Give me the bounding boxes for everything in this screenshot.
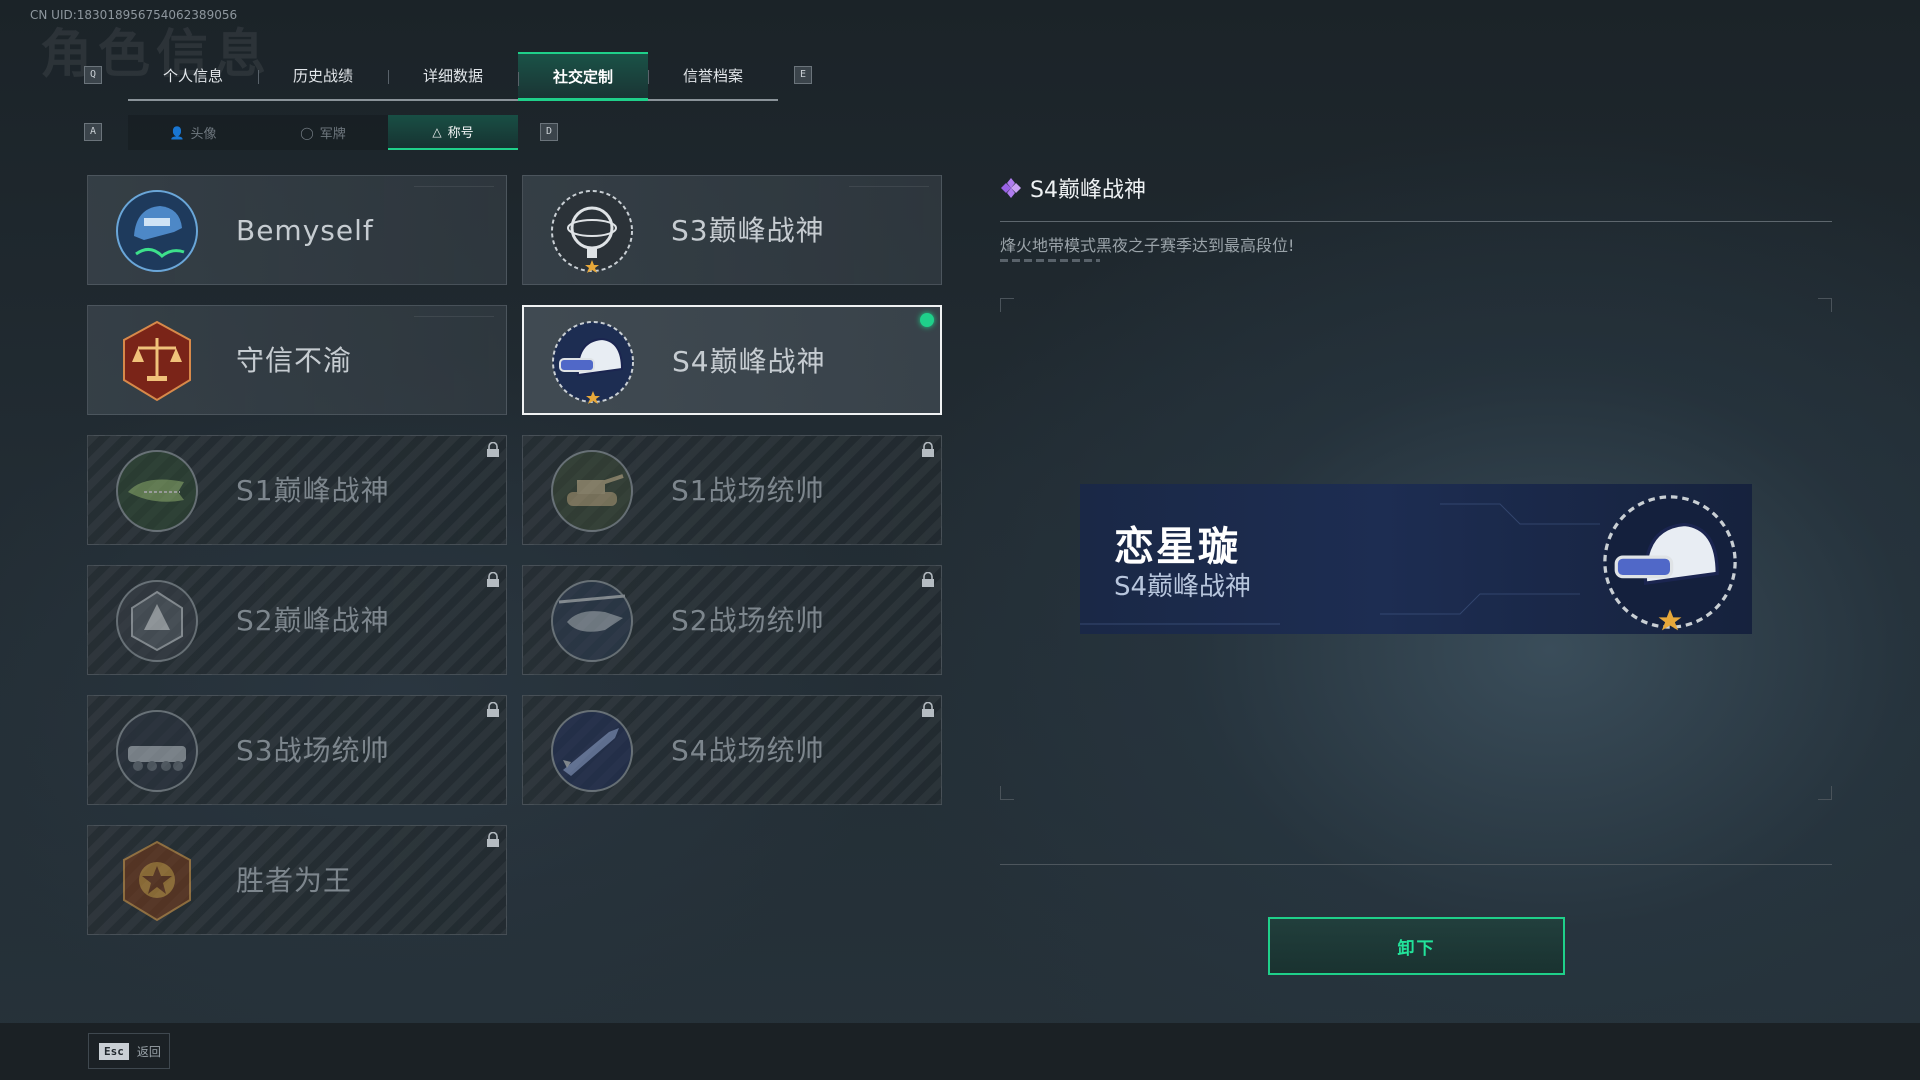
title-card-locked[interactable]: S4战场统帅: [522, 695, 942, 805]
title-card-selected[interactable]: S4巅峰战神: [522, 305, 942, 415]
crocodile-icon: [116, 450, 198, 532]
tab-match-history[interactable]: 历史战绩: [258, 52, 388, 99]
medal-icon: [123, 840, 191, 922]
title-card-label: S3巅峰战神: [671, 214, 825, 247]
title-card[interactable]: 守信不渝: [87, 305, 507, 415]
subtab-next-key-hint[interactable]: D: [540, 123, 558, 141]
title-card-locked[interactable]: S3战场统帅: [87, 695, 507, 805]
preview-player-name: 恋星璇: [1114, 524, 1240, 570]
tab-next-key-hint[interactable]: E: [794, 66, 812, 84]
night-vision-helmet-icon: [1603, 495, 1737, 631]
purple-diamond-icon: [1001, 178, 1021, 198]
helicopter-icon: [551, 580, 633, 662]
subtab-title[interactable]: △ 称号: [388, 115, 518, 150]
tab-credit-record[interactable]: 信誉档案: [648, 52, 778, 99]
armored-vehicle-icon: [116, 710, 198, 792]
footer-bar: Esc 返回: [0, 1023, 1920, 1080]
title-card-label: Bemyself: [236, 214, 374, 247]
missile-icon: [551, 710, 633, 792]
title-card-label: S2战场统帅: [671, 604, 825, 637]
detail-description: 烽火地带模式黑夜之子赛季达到最高段位!: [1000, 236, 1295, 255]
armillary-sphere-icon: [551, 190, 633, 273]
preview-title: S4巅峰战神: [1114, 572, 1252, 602]
lock-icon: [922, 702, 934, 717]
title-card[interactable]: Bemyself: [87, 175, 507, 285]
esc-key-hint: Esc: [99, 1042, 129, 1060]
card-decoration: [414, 316, 494, 317]
tab-social-custom[interactable]: 社交定制: [518, 52, 648, 101]
subtab-avatar-label: 头像: [190, 127, 217, 142]
back-button[interactable]: Esc 返回: [88, 1033, 170, 1069]
lock-icon: [922, 442, 934, 457]
tab-prev-key-hint[interactable]: Q: [84, 66, 102, 84]
title-triangle-icon: △: [432, 124, 442, 139]
unequip-button[interactable]: 卸下: [1268, 917, 1565, 975]
title-card-label: S4战场统帅: [671, 734, 825, 767]
title-card-locked[interactable]: 胜者为王: [87, 825, 507, 935]
subtab-dogtag-label: 军牌: [319, 127, 346, 142]
title-card-label: S4巅峰战神: [672, 345, 826, 378]
title-card-label: 守信不渝: [236, 344, 353, 377]
dogtag-icon: ◯: [300, 125, 314, 140]
title-card[interactable]: S3巅峰战神: [522, 175, 942, 285]
night-vision-helmet-icon: [552, 321, 634, 404]
frame-corner: [1818, 786, 1832, 800]
lock-icon: [922, 572, 934, 587]
sub-tabs: A 👤 头像 ◯ 军牌 △ 称号 D: [84, 115, 584, 151]
divider: [1000, 221, 1832, 222]
detail-header: S4巅峰战神: [1000, 172, 1146, 204]
tab-row: 个人信息 历史战绩 详细数据 社交定制 信誉档案: [128, 52, 778, 101]
tank-icon: [551, 450, 633, 532]
frame-corner: [1000, 786, 1014, 800]
title-card-locked[interactable]: S2战场统帅: [522, 565, 942, 675]
lock-icon: [487, 572, 499, 587]
title-card-label: S2巅峰战神: [236, 604, 390, 637]
scales-icon: [123, 320, 191, 402]
title-card-label: S3战场统帅: [236, 734, 390, 767]
tab-detailed-data[interactable]: 详细数据: [388, 52, 518, 99]
lock-icon: [487, 442, 499, 457]
detail-title: S4巅峰战神: [1030, 178, 1146, 203]
divider: [1000, 259, 1100, 262]
title-card-locked[interactable]: S1战场统帅: [522, 435, 942, 545]
divider: [1000, 864, 1832, 865]
main-tabs: Q 个人信息 历史战绩 详细数据 社交定制 信誉档案 E: [84, 52, 812, 102]
gas-mask-icon: [116, 580, 198, 662]
equipped-indicator: [920, 313, 934, 327]
subtab-dogtag[interactable]: ◯ 军牌: [258, 115, 388, 150]
subtab-title-label: 称号: [447, 126, 474, 141]
lock-icon: [487, 702, 499, 717]
helmet-signature-icon: [116, 190, 198, 272]
subtab-avatar[interactable]: 👤 头像: [128, 115, 258, 150]
title-card-locked[interactable]: S2巅峰战神: [87, 565, 507, 675]
subtab-row: 👤 头像 ◯ 军牌 △ 称号: [128, 115, 518, 150]
card-decoration: [849, 186, 929, 187]
tab-personal-info[interactable]: 个人信息: [128, 52, 258, 99]
title-card-label: S1战场统帅: [671, 474, 825, 507]
back-label: 返回: [136, 1044, 161, 1059]
title-card-locked[interactable]: S1巅峰战神: [87, 435, 507, 545]
person-icon: 👤: [169, 125, 185, 140]
frame-corner: [1000, 298, 1014, 312]
subtab-prev-key-hint[interactable]: A: [84, 123, 102, 141]
title-card-label: 胜者为王: [236, 864, 353, 897]
title-card-label: S1巅峰战神: [236, 474, 390, 507]
frame-corner: [1818, 298, 1832, 312]
lock-icon: [487, 832, 499, 847]
card-decoration: [414, 186, 494, 187]
title-preview-banner: 恋星璇 S4巅峰战神: [1080, 484, 1752, 634]
